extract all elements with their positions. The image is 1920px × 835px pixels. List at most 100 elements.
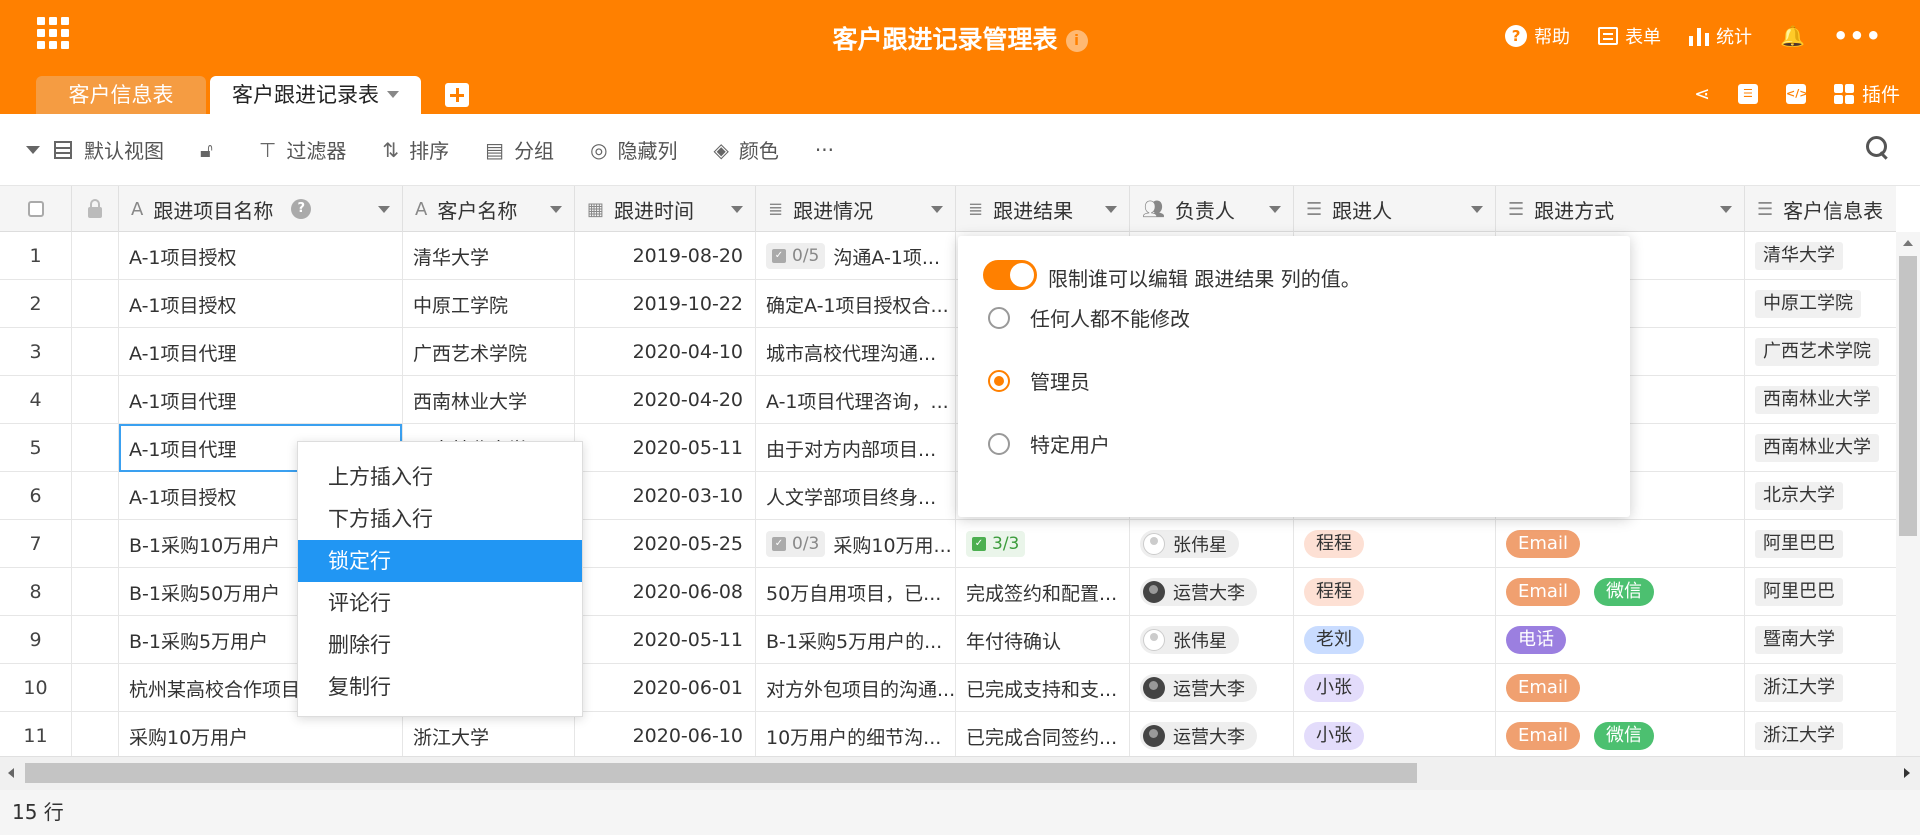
cell-date[interactable]: 2020-05-25 [575,520,756,568]
cell-result[interactable]: 年付待确认 [956,616,1130,664]
chevron-down-icon[interactable] [931,206,943,213]
cell-client[interactable]: 广西艺术学院 [403,328,575,376]
info-icon[interactable]: i [1065,30,1088,52]
toolbar-more-icon[interactable]: ··· [815,138,834,162]
cell-result[interactable]: 已完成支持和支... [956,664,1130,712]
chevron-down-icon[interactable] [1269,206,1281,213]
share-icon[interactable]: ⋖ [1694,83,1710,105]
vertical-scroll-thumb[interactable] [1899,256,1917,536]
cell-date[interactable]: 2020-06-01 [575,664,756,712]
option-specific-users[interactable]: 特定用户 [988,429,1110,458]
cell-date[interactable]: 2020-04-20 [575,376,756,424]
plugins-button[interactable]: 插件 [1833,80,1900,107]
col-header-method[interactable]: ☰ 跟进方式 [1496,186,1745,232]
cell-owner[interactable]: 张伟星 [1130,616,1294,664]
cell-info-link[interactable]: 清华大学 [1745,232,1896,280]
lock-view-icon[interactable]: 🔓︎ [200,138,223,162]
cell-project[interactable]: 采购10万用户 [119,712,403,756]
chevron-down-icon[interactable] [1105,206,1117,213]
cell-status[interactable]: 10万用户的细节沟... [756,712,956,756]
cell-result[interactable]: ✓ 3/3 [956,520,1130,568]
menu-lock-row[interactable]: 锁定行 [298,540,582,582]
cell-project[interactable]: A-1项目代理 [119,376,403,424]
add-table-button[interactable] [445,83,469,107]
select-all-checkbox[interactable] [0,186,72,232]
cell-status[interactable]: 人文学部项目终身... [756,472,956,520]
col-header-date[interactable]: ▦ 跟进时间 [575,186,756,232]
restrict-edit-toggle[interactable] [983,260,1037,290]
table-row[interactable]: 9 B-1采购5万用户 2020-05-11 B-1采购5万用户的... 年付待确认 张伟… [0,616,1896,664]
horizontal-scroll-thumb[interactable] [25,763,1417,783]
cell-status[interactable]: 确定A-1项目授权合... [756,280,956,328]
cell-method[interactable]: Email 微信 [1496,712,1745,756]
cell-date[interactable]: 2020-06-08 [575,568,756,616]
radio-button[interactable] [988,306,1010,329]
tab-customer-info[interactable]: 客户信息表 [36,76,206,114]
menu-copy-row[interactable]: 复制行 [298,666,582,708]
cell-follower[interactable]: 小张 [1294,664,1496,712]
cell-date[interactable]: 2020-04-10 [575,328,756,376]
table-row[interactable]: 10 杭州某高校合作项目 2020-06-01 对方外包项目的沟通... 已完成支持和支… [0,664,1896,712]
cell-client[interactable]: 浙江大学 [403,712,575,756]
cell-project[interactable]: A-1项目代理 [119,328,403,376]
cell-info-link[interactable]: 西南林业大学 [1745,424,1896,472]
chevron-down-icon[interactable] [378,206,390,213]
cell-result[interactable]: 已完成合同签约... [956,712,1130,756]
cell-status[interactable]: ✓ 0/3 采购10万用... [756,520,956,568]
group-button[interactable]: ▤ 分组 [485,135,554,164]
apps-grid-icon[interactable] [37,17,69,49]
view-selector[interactable]: 默认视图 [26,135,164,164]
cell-status[interactable]: ✓ 0/5 沟通A-1项... [756,232,956,280]
chevron-down-icon[interactable] [731,206,743,213]
cell-info-link[interactable]: 浙江大学 [1745,712,1896,756]
scroll-left-icon[interactable] [8,768,14,778]
chevron-down-icon[interactable] [1471,206,1483,213]
form-button[interactable]: 表单 [1598,23,1661,49]
scroll-right-icon[interactable] [1904,768,1910,778]
col-header-client[interactable]: A 客户名称 [403,186,575,232]
cell-method[interactable]: Email [1496,520,1745,568]
cell-result[interactable]: 完成签约和配置... [956,568,1130,616]
cell-owner[interactable]: 张伟星 [1130,520,1294,568]
chevron-down-icon[interactable] [387,91,399,98]
cell-follower[interactable]: 小张 [1294,712,1496,756]
more-menu-icon[interactable]: ••• [1833,22,1882,50]
tab-followup-records[interactable]: 客户跟进记录表 [210,76,421,114]
cell-info-link[interactable]: 阿里巴巴 [1745,568,1896,616]
scroll-up-icon[interactable] [1903,240,1913,246]
menu-insert-below[interactable]: 下方插入行 [298,498,582,540]
cell-date[interactable]: 2019-08-20 [575,232,756,280]
cell-status[interactable]: 对方外包项目的沟通... [756,664,956,712]
col-header-info-link[interactable]: ☰ 客户信息表 [1745,186,1896,232]
cell-date[interactable]: 2020-05-11 [575,616,756,664]
option-admin[interactable]: 管理员 [988,366,1090,395]
code-icon[interactable]: </> [1785,83,1808,104]
cell-owner[interactable]: 运营大李 [1130,568,1294,616]
help-icon[interactable]: ? [291,199,312,219]
cell-info-link[interactable]: 浙江大学 [1745,664,1896,712]
option-nobody[interactable]: 任何人都不能修改 [988,303,1190,332]
cell-status[interactable]: 50万自用项目，已... [756,568,956,616]
notification-bell-icon[interactable]: 🔔 [1780,24,1805,48]
filter-button[interactable]: ⊤ 过滤器 [259,135,346,164]
menu-delete-row[interactable]: 删除行 [298,624,582,666]
col-header-status[interactable]: ≣ 跟进情况 [756,186,956,232]
stats-button[interactable]: 统计 [1689,23,1752,49]
menu-comment-row[interactable]: 评论行 [298,582,582,624]
cell-follower[interactable]: 老刘 [1294,616,1496,664]
col-header-owner[interactable]: 👥︎ 负责人 [1130,186,1294,232]
col-header-result[interactable]: ≣ 跟进结果 [956,186,1130,232]
chevron-down-icon[interactable] [550,206,562,213]
cell-method[interactable]: 电话 [1496,616,1745,664]
cell-follower[interactable]: 程程 [1294,568,1496,616]
cell-follower[interactable]: 程程 [1294,520,1496,568]
cell-client[interactable]: 西南林业大学 [403,376,575,424]
radio-button-selected[interactable] [988,369,1010,392]
cell-project[interactable]: A-1项目授权 [119,232,403,280]
search-icon[interactable] [1866,136,1890,160]
cell-info-link[interactable]: 中原工学院 [1745,280,1896,328]
cell-info-link[interactable]: 西南林业大学 [1745,376,1896,424]
table-row[interactable]: 8 B-1采购50万用户 2020-06-08 50万自用项目，已... 完成签约和配置… [0,568,1896,616]
color-button[interactable]: ◈ 颜色 [714,135,779,164]
cell-date[interactable]: 2019-10-22 [575,280,756,328]
